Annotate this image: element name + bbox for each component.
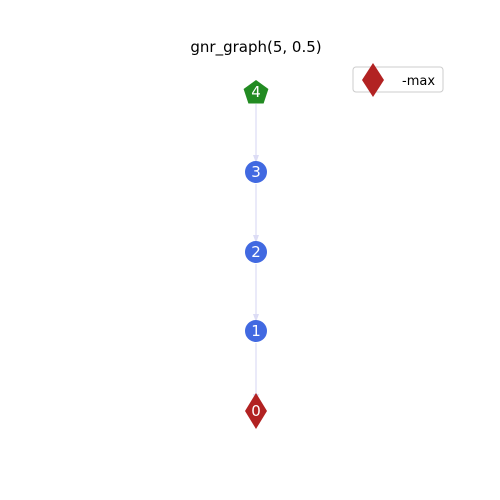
node-0: 0 [245, 393, 267, 429]
node-1: 1 [245, 320, 267, 342]
graph-canvas: gnr_graph(5, 0.5) 4 3 2 1 0 -max [190, 38, 444, 429]
node-2-label: 2 [251, 243, 261, 261]
node-4: 4 [243, 80, 269, 104]
node-4-label: 4 [251, 83, 261, 101]
graph-title: gnr_graph(5, 0.5) [190, 38, 321, 57]
node-3-label: 3 [251, 163, 261, 181]
node-3: 3 [245, 161, 267, 183]
node-2: 2 [245, 241, 267, 263]
legend-label: -max [402, 74, 435, 89]
node-0-label: 0 [251, 402, 261, 420]
node-1-label: 1 [251, 322, 261, 340]
legend: -max [352, 63, 444, 97]
